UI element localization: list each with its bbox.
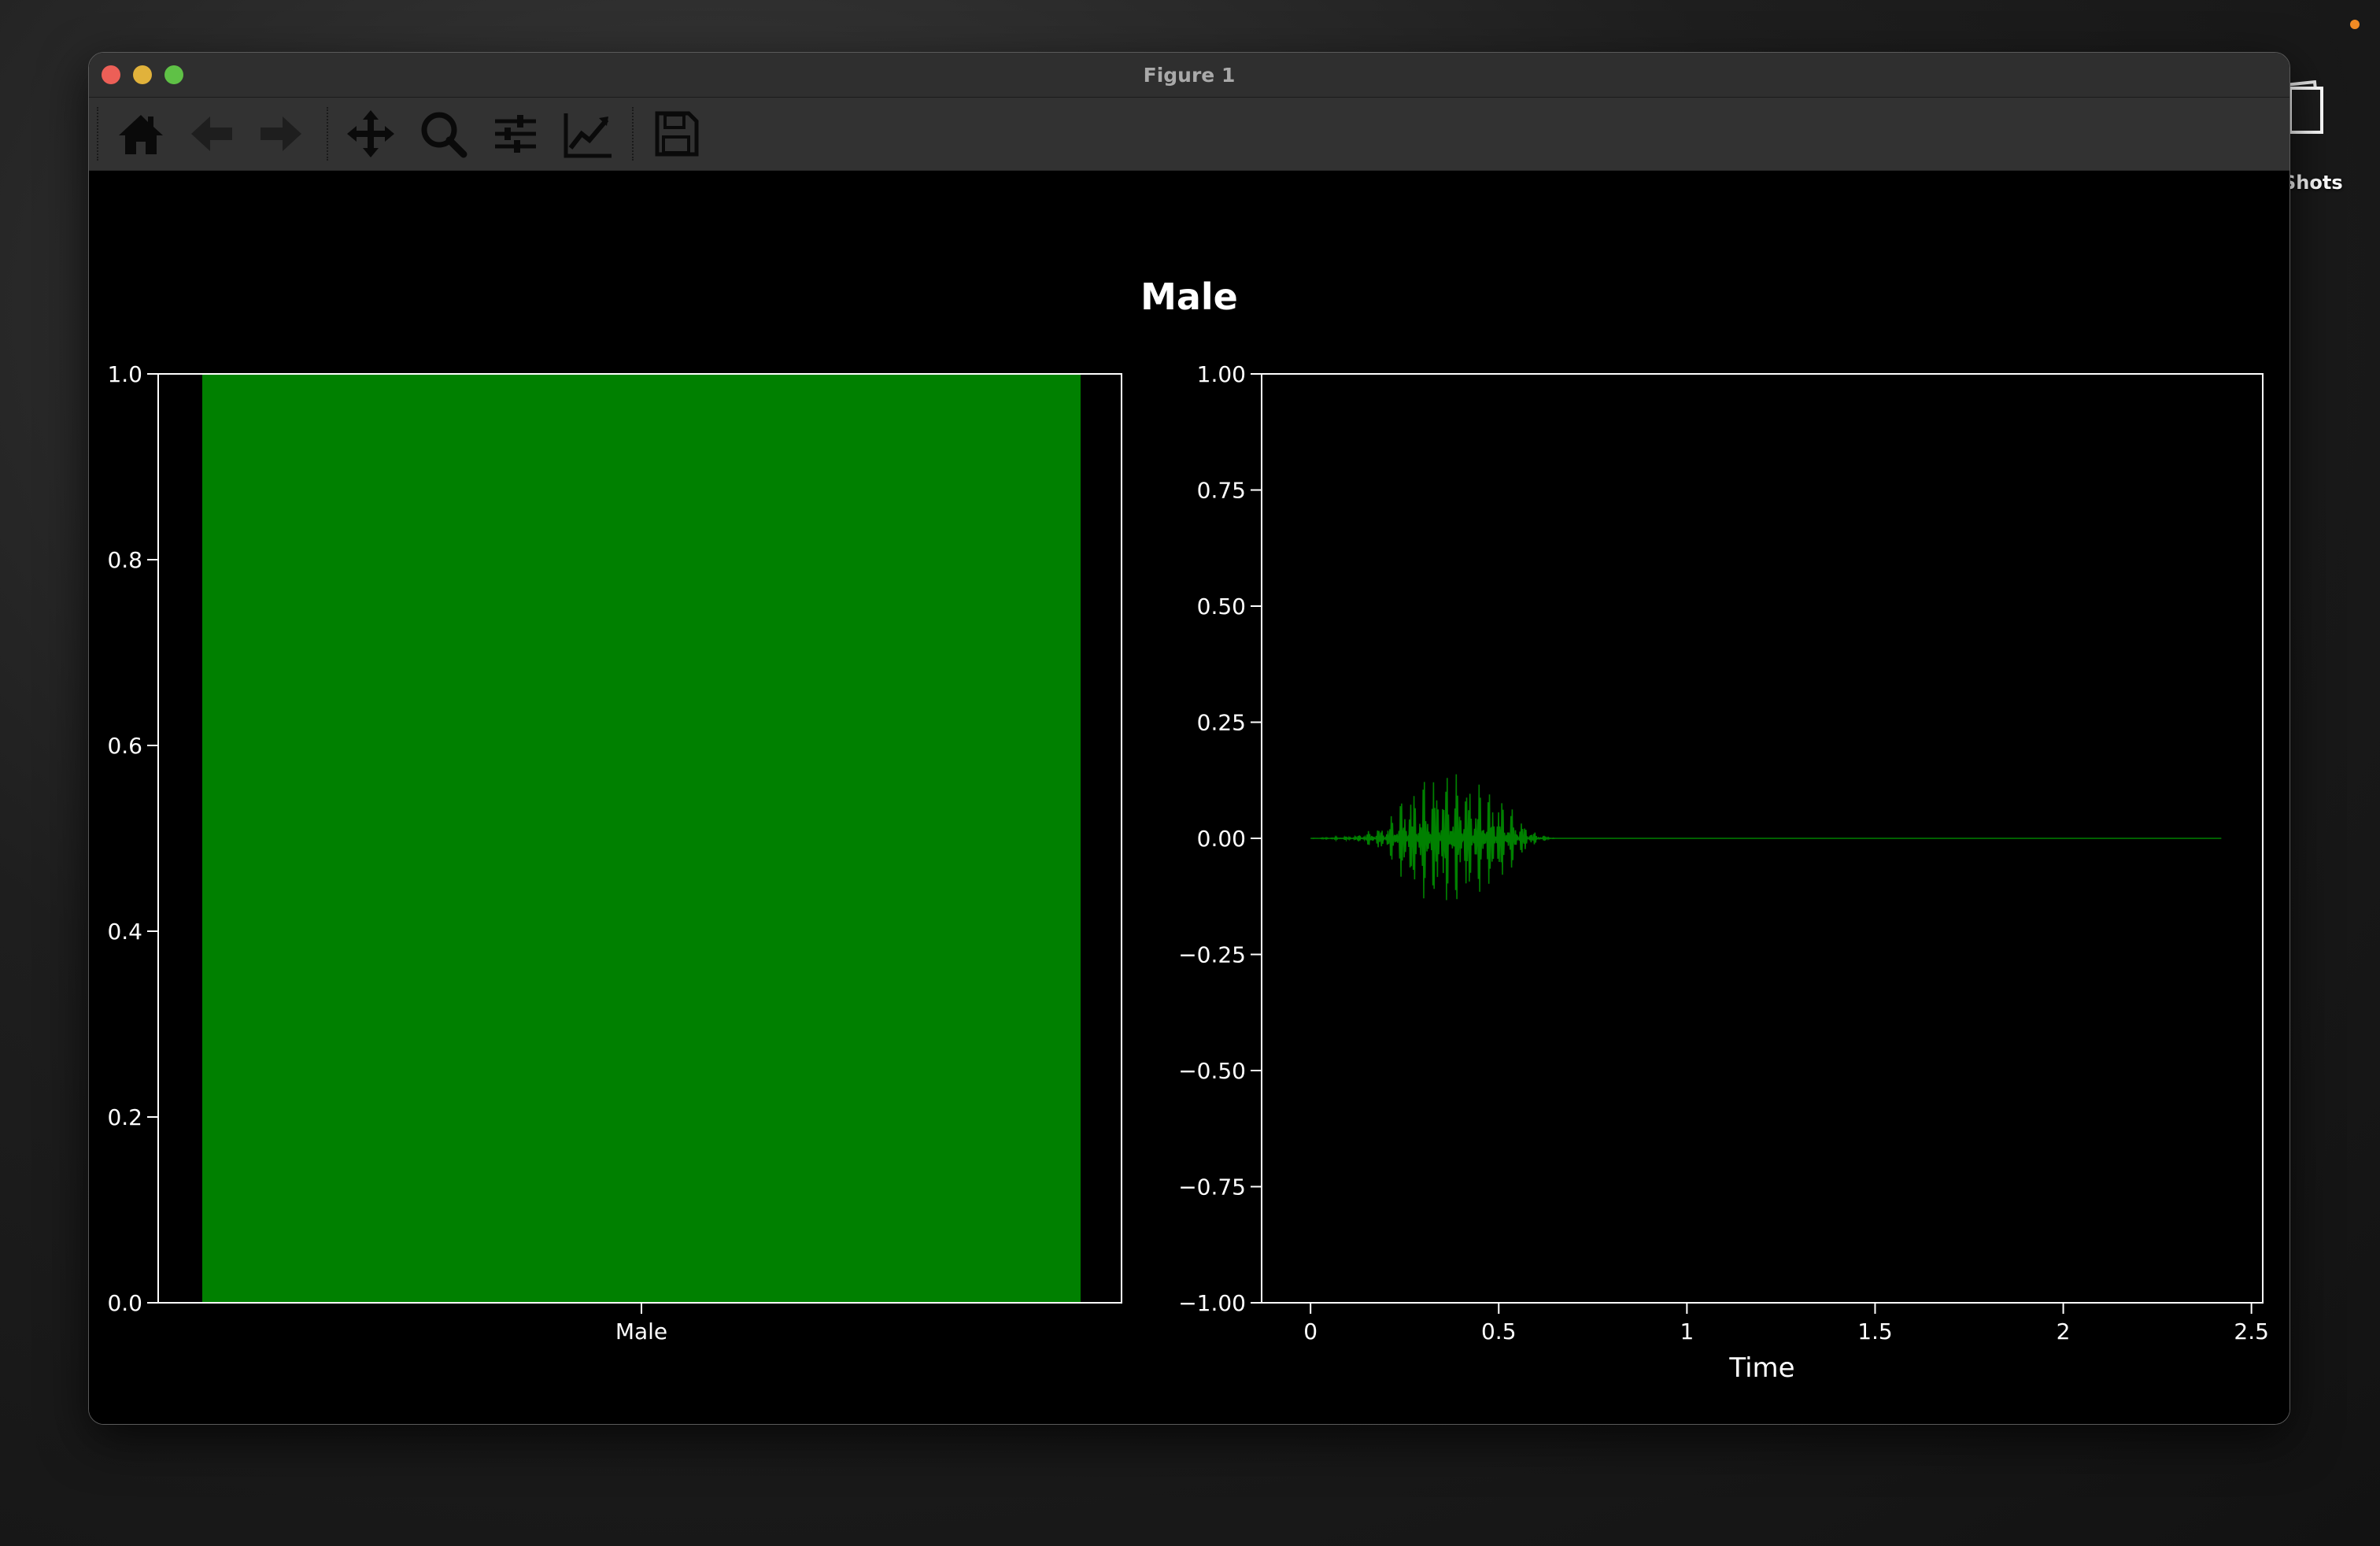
y-tick-label: 0.25	[1197, 710, 1246, 736]
x-tick-label: 0.5	[1481, 1319, 1517, 1344]
y-tick-label: 0.2	[107, 1104, 142, 1130]
y-tick-label: 0.00	[1197, 826, 1246, 852]
line-chart-icon	[560, 105, 616, 162]
edit-axis-button[interactable]	[560, 105, 616, 162]
y-tick-label: −0.25	[1178, 942, 1246, 968]
magnifier-icon	[415, 105, 471, 162]
desktop-folder-shots[interactable]: Shots	[2281, 76, 2380, 202]
toolbar-separator	[632, 107, 634, 161]
arrow-left-icon	[183, 105, 240, 162]
floppy-disk-icon	[648, 105, 704, 162]
y-tick-label: 1.00	[1197, 361, 1246, 387]
pan-button[interactable]	[342, 105, 399, 162]
y-tick-label: 1.0	[107, 361, 142, 387]
figure-window: Figure 1 Male Male 0.0 0.2 0.4 0.6 0.8 1…	[88, 52, 2290, 1425]
y-tick-label: 0.0	[107, 1290, 142, 1316]
window-title: Figure 1	[1143, 64, 1236, 87]
back-button[interactable]	[183, 105, 240, 162]
figure-canvas[interactable]: Male Male 0.0 0.2 0.4 0.6 0.8 1.0 1.00 0.75 0.50 0…	[89, 171, 2289, 1424]
y-tick-label: 0.75	[1197, 478, 1246, 504]
desktop-icon-label: Shots	[2282, 172, 2343, 194]
x-axis-label: Time	[1728, 1352, 1794, 1384]
toolbar-separator	[97, 107, 98, 161]
y-tick-label: −0.75	[1178, 1174, 1246, 1200]
toolbar-separator	[327, 107, 328, 161]
x-tick-label: 1	[1680, 1319, 1694, 1344]
arrow-right-icon	[253, 105, 309, 162]
y-tick-label: 0.8	[107, 547, 142, 573]
x-tick-label: 1.5	[1857, 1319, 1893, 1344]
figure-svg: Male Male0.00.20.40.60.81.0 1.000.750.500…	[107, 276, 2269, 1384]
y-tick-label: 0.50	[1197, 594, 1246, 620]
figure-title: Male	[1140, 276, 1238, 318]
move-icon	[342, 105, 399, 162]
navigation-toolbar	[89, 98, 2289, 171]
title-bar[interactable]: Figure 1	[89, 53, 2289, 98]
forward-button[interactable]	[253, 105, 309, 162]
x-tick-label: Male	[615, 1319, 667, 1344]
x-tick-label: 2.5	[2234, 1319, 2269, 1344]
home-button[interactable]	[113, 105, 169, 162]
save-button[interactable]	[648, 105, 704, 162]
x-tick-label: 0	[1303, 1319, 1318, 1344]
zoom-button[interactable]	[415, 105, 471, 162]
y-tick-label: −1.00	[1178, 1290, 1246, 1316]
x-tick-label: 2	[2057, 1319, 2071, 1344]
sliders-icon	[487, 105, 544, 162]
configure-subplots-button[interactable]	[487, 105, 544, 162]
y-tick-label: 0.4	[107, 919, 142, 945]
home-icon	[113, 105, 169, 162]
y-tick-label: −0.50	[1178, 1058, 1246, 1084]
waveform-line	[1310, 774, 2222, 901]
y-tick-label: 0.6	[107, 733, 142, 759]
status-indicator-dot	[2350, 20, 2360, 29]
bar-0	[202, 374, 1081, 1303]
